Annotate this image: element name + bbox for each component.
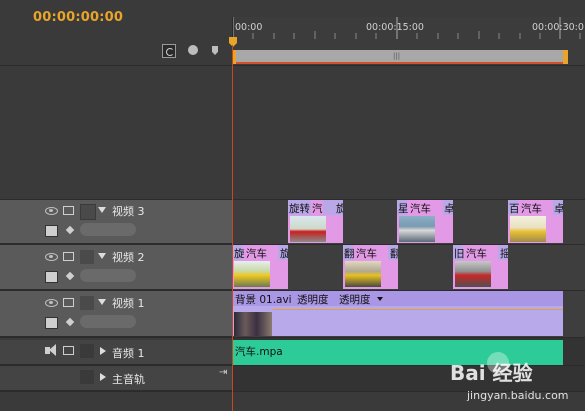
clip-label: 翻 — [344, 248, 355, 260]
opacity-label: 透明度 — [297, 294, 329, 306]
keyframe-diamond-icon[interactable] — [65, 225, 75, 235]
clip-label: 星 — [398, 203, 409, 215]
clip-label: 百 — [509, 203, 520, 215]
clip-label: 旋 — [336, 203, 343, 215]
film-icon[interactable] — [63, 206, 74, 215]
set-marker-icon[interactable] — [188, 45, 198, 55]
clip-thumbnail — [399, 216, 435, 242]
clip-v3-2[interactable]: 星 汽车 卓 — [397, 200, 453, 243]
lock-toggle[interactable] — [80, 344, 94, 358]
film-icon[interactable] — [63, 346, 74, 355]
watermark-url: jingyan.baidu.com — [467, 389, 569, 402]
track-label-master: 主音轨 — [112, 373, 145, 386]
marker-flag-icon[interactable] — [212, 46, 218, 55]
track-label-video1: 视频 1 — [112, 297, 145, 310]
display-style-icon[interactable] — [45, 317, 58, 329]
clip-v3-3[interactable]: 百 汽车 卓 — [508, 200, 563, 243]
clip-label: 卓 — [444, 203, 453, 215]
work-area-end-handle[interactable] — [563, 50, 568, 64]
eye-icon[interactable] — [45, 299, 58, 307]
clip-label: 汽车 — [356, 248, 377, 260]
lock-toggle[interactable] — [80, 370, 94, 384]
track-header-audio1[interactable]: 音频 1 — [0, 340, 232, 365]
ruler-time-label-15: 00:00:15:00 — [366, 22, 424, 33]
clip-label: 汽车 — [521, 203, 542, 215]
clip-thumbnail — [455, 261, 491, 287]
clip-label: 旋 — [280, 248, 288, 260]
clip-label: 汽 — [312, 203, 323, 215]
track-header-video2[interactable]: 视频 2 — [0, 245, 232, 290]
expand-triangle-icon[interactable] — [98, 253, 106, 259]
track-header-video1[interactable]: 视频 1 — [0, 291, 232, 337]
collapse-arrows-icon[interactable]: ⇥ — [219, 367, 227, 378]
clip-label: 汽车 — [466, 248, 487, 260]
track-header-master[interactable]: 主音轨 ⇥ — [0, 366, 232, 391]
track-label-video2: 视频 2 — [112, 251, 145, 264]
keyframe-nav-pill[interactable] — [80, 223, 136, 236]
lock-toggle[interactable] — [80, 204, 96, 220]
timecode-display[interactable]: 00:00:00:00 — [33, 10, 123, 25]
film-icon[interactable] — [63, 298, 74, 307]
film-icon[interactable] — [63, 252, 74, 261]
clip-label: 汽车 — [246, 248, 267, 260]
clip-label: 汽车 — [410, 203, 431, 215]
ruler-time-label-30: 00:00:30:0 — [532, 22, 584, 33]
speaker-cone — [49, 344, 56, 356]
dropdown-arrow-icon[interactable] — [377, 297, 383, 301]
clip-thumbnail — [510, 216, 546, 242]
clip-label: 旧 — [454, 248, 465, 260]
clip-label: 卓 — [554, 203, 563, 215]
expand-triangle-icon[interactable] — [100, 373, 106, 381]
clip-label: 摇 — [500, 248, 508, 260]
playhead-line[interactable] — [232, 45, 233, 411]
lock-toggle[interactable] — [80, 250, 94, 264]
keyframe-diamond-icon[interactable] — [65, 317, 75, 327]
clip-label: 翻 — [390, 248, 398, 260]
display-style-icon[interactable] — [45, 225, 58, 237]
clip-v2-2[interactable]: 翻 汽车 翻 — [343, 245, 398, 289]
clip-thumbnail — [234, 261, 270, 287]
snap-icon[interactable] — [162, 44, 176, 58]
ruler-time-label-0: 00:00 — [235, 22, 263, 33]
track-label-audio1: 音频 1 — [112, 347, 145, 360]
expand-triangle-icon[interactable] — [98, 207, 106, 213]
clip-v2-3[interactable]: 旧 汽车 摇 — [453, 245, 508, 289]
clip-thumbnail — [234, 312, 272, 336]
track-label-video3: 视频 3 — [112, 205, 145, 218]
clip-thumbnail — [290, 216, 326, 242]
paw-icon — [487, 352, 509, 374]
eye-icon[interactable] — [45, 207, 58, 215]
keyframe-nav-pill[interactable] — [80, 269, 136, 282]
opacity-dropdown[interactable]: 透明度 — [339, 292, 371, 307]
eye-icon[interactable] — [45, 253, 58, 261]
work-area-grip[interactable]: ||| — [393, 50, 400, 62]
clip-v2-1[interactable]: 旋 汽车 旋 — [233, 245, 288, 289]
empty-track-area — [0, 66, 585, 199]
expand-triangle-icon[interactable] — [98, 299, 106, 305]
lock-toggle[interactable] — [80, 296, 94, 310]
track-header-video3[interactable]: 视频 3 — [0, 199, 232, 244]
clip-thumbnail — [345, 261, 381, 287]
clip-label: 汽车.mpa — [235, 346, 283, 358]
expand-triangle-icon[interactable] — [100, 347, 106, 355]
display-style-icon[interactable] — [45, 271, 58, 283]
clip-label: 背景 01.avi — [235, 294, 292, 306]
keyframe-diamond-icon[interactable] — [65, 271, 75, 281]
clip-label: 旋转 — [289, 203, 310, 215]
keyframe-nav-pill[interactable] — [80, 315, 136, 328]
clip-label: 旋 — [234, 248, 245, 260]
clip-v3-1[interactable]: 旋转 汽 旋 — [288, 200, 343, 243]
clip-v1-background[interactable]: 背景 01.avi 透明度 透明度 — [233, 291, 563, 336]
